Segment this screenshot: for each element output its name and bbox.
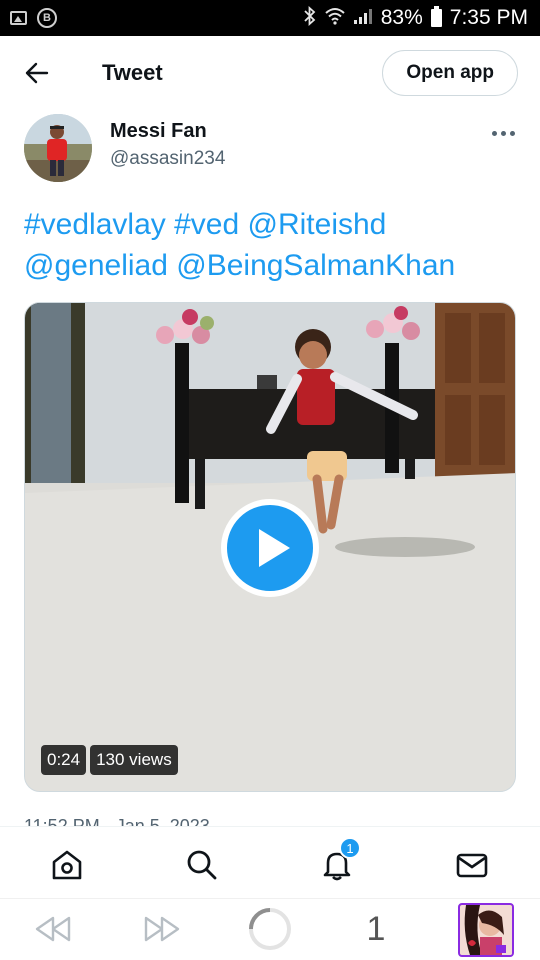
signal-icon xyxy=(353,7,373,30)
nav-search-button[interactable] xyxy=(182,845,222,885)
video-meta: 0:24 130 views xyxy=(41,745,178,775)
more-dot-icon xyxy=(509,130,515,136)
rewind-icon xyxy=(35,916,71,942)
status-bar-right: 83% 7:35 PM xyxy=(303,5,528,31)
timestamp-text: 11:52 PM · Jan 5, 2023 xyxy=(24,816,210,826)
browser-profile-avatar[interactable] xyxy=(458,903,514,957)
clock: 7:35 PM xyxy=(449,6,528,29)
bottom-navigation: 1 xyxy=(0,826,540,898)
hashtag-link[interactable]: #ved xyxy=(174,208,239,241)
profile-photo xyxy=(460,905,512,955)
hashtag-link[interactable]: #vedlavlay xyxy=(24,208,166,241)
play-button[interactable] xyxy=(221,499,319,597)
browser-reload-button[interactable] xyxy=(248,907,292,951)
nav-notifications-button[interactable]: 1 xyxy=(317,837,361,885)
battery-icon xyxy=(430,6,442,27)
tweet-text: #vedlavlay #ved @Riteishd @geneliad @Bei… xyxy=(24,204,524,286)
fast-forward-icon xyxy=(144,916,180,942)
mention-link[interactable]: @Riteishd xyxy=(248,208,387,241)
tweet-timestamp: 11:52 PM · Jan 5, 2023 xyxy=(24,816,210,826)
bluetooth-icon xyxy=(303,5,317,31)
notification-badge: 1 xyxy=(339,837,361,859)
video-view-count: 130 views xyxy=(90,745,178,775)
video-duration: 0:24 xyxy=(41,745,87,775)
author-handle[interactable]: @assasin234 xyxy=(110,148,225,170)
browser-toolbar: 1 xyxy=(0,898,540,960)
more-dot-icon xyxy=(500,130,506,136)
envelope-icon xyxy=(456,853,488,878)
browser-back-button[interactable] xyxy=(31,907,75,951)
tab-count: 1 xyxy=(366,909,386,948)
mention-link[interactable]: @geneliad xyxy=(24,249,168,282)
more-dot-icon xyxy=(491,130,497,136)
avatar-photo xyxy=(24,114,92,182)
back-button[interactable] xyxy=(22,58,52,88)
arrow-left-icon xyxy=(25,62,49,84)
open-app-button[interactable]: Open app xyxy=(382,50,518,96)
home-icon xyxy=(52,850,82,880)
battery-percent: 83% xyxy=(380,6,423,29)
mention-link[interactable]: @BeingSalmanKhan xyxy=(176,249,455,282)
author-name[interactable]: Messi Fan xyxy=(110,120,207,143)
image-notification-icon xyxy=(10,11,27,25)
nav-home-button[interactable] xyxy=(47,845,87,885)
nav-messages-button[interactable] xyxy=(452,845,492,885)
wifi-icon xyxy=(325,7,345,30)
play-icon xyxy=(258,529,290,567)
b-notification-icon: B xyxy=(37,8,57,28)
browser-tabs-button[interactable]: 1 xyxy=(354,907,398,951)
status-bar-left: B xyxy=(10,8,57,28)
search-icon xyxy=(187,850,217,880)
tweet-header: Tweet Open app xyxy=(0,36,540,112)
video-player[interactable]: 0:24 130 views xyxy=(24,302,516,792)
page-title: Tweet xyxy=(102,60,163,85)
loading-spinner-icon xyxy=(249,908,291,950)
tweet-author: Messi Fan @assasin234 xyxy=(24,114,516,186)
avatar[interactable] xyxy=(24,114,92,182)
browser-forward-button[interactable] xyxy=(140,907,184,951)
more-options-button[interactable] xyxy=(490,124,516,142)
status-bar: B 83% 7:35 PM xyxy=(0,0,540,36)
